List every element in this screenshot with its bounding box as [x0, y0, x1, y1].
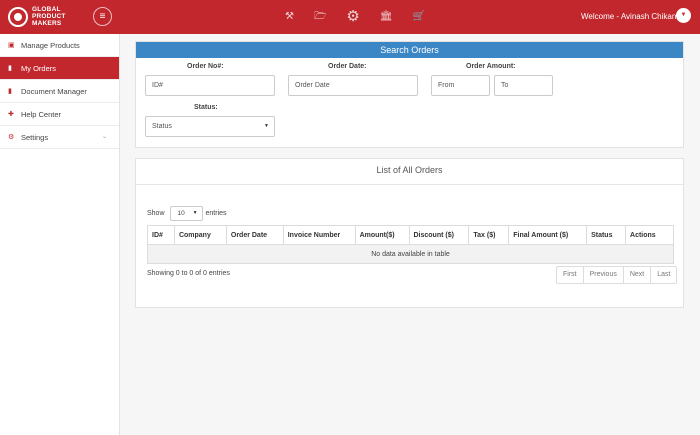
sidebar-item-document-manager[interactable]: ▮ Document Manager [0, 80, 119, 103]
top-icon-bar: ⚒ 🗁 ⚙ 🏛 🛒 [285, 9, 445, 24]
sidebar-item-label: Document Manager [21, 86, 87, 96]
sidebar-item-settings[interactable]: ⚙ Settings ⌄ [0, 126, 119, 149]
gears-icon[interactable]: ⚙ [346, 9, 359, 24]
page-length-select[interactable]: 10 ▼ [169, 206, 203, 221]
column-header-tax[interactable]: Tax ($) [468, 225, 510, 245]
empty-table-message: No data available in table [147, 244, 674, 264]
welcome-user-text[interactable]: Welcome - Avinash Chikane [581, 12, 681, 21]
table-info-text: Showing 0 to 0 of 0 entries [147, 270, 230, 277]
column-header-actions[interactable]: Actions [625, 225, 674, 245]
first-page-button[interactable]: First [557, 267, 584, 283]
page-length-control: Show 10 ▼ entries [147, 206, 227, 221]
lifebuoy-icon: ✚ [8, 111, 14, 118]
amount-from-input[interactable]: From [431, 75, 490, 96]
status-select-value: Status [152, 123, 172, 130]
table-header-row: ID# Company Order Date Invoice Number Am… [147, 225, 674, 245]
order-amount-label: Order Amount: [466, 63, 516, 70]
sidebar-item-help-center[interactable]: ✚ Help Center [0, 103, 119, 126]
logo-line-1: GLOBAL [32, 6, 61, 13]
sidebar-item-label: Settings [21, 132, 49, 142]
logo-text: GLOBAL PRODUCT MAKERS [32, 6, 66, 27]
column-header-final-amount[interactable]: Final Amount ($) [508, 225, 588, 245]
sidebar-item-manage-products[interactable]: ▣ Manage Products [0, 34, 119, 57]
chevron-down-icon: ▼ [192, 210, 198, 216]
status-label: Status: [194, 104, 218, 111]
order-no-label: Order No#: [187, 63, 224, 70]
document-icon: ▮ [8, 65, 12, 72]
column-header-amount[interactable]: Amount($) [354, 225, 410, 245]
search-orders-title: Search Orders [136, 42, 683, 58]
orders-table: ID# Company Order Date Invoice Number Am… [147, 225, 674, 264]
pagination: First Previous Next Last [556, 266, 678, 284]
search-orders-panel: Search Orders Order No#: ID# Order Date:… [135, 41, 684, 148]
chevron-down-icon: ⌄ [101, 134, 107, 140]
globe-logo-icon [8, 6, 28, 27]
sidebar-item-label: Help Center [21, 109, 62, 119]
sidebar-item-label: My Orders [21, 63, 57, 73]
box-icon: ▣ [8, 42, 15, 49]
sidebar: ▣ Manage Products ▮ My Orders ▮ Document… [0, 34, 120, 435]
file-icon: ▮ [8, 88, 12, 95]
show-label: Show [147, 210, 165, 217]
hammer-icon[interactable]: ⚒ [285, 10, 294, 24]
column-header-discount[interactable]: Discount ($) [408, 225, 470, 245]
last-page-button[interactable]: Last [651, 267, 676, 283]
column-header-status[interactable]: Status [586, 225, 627, 245]
order-no-input[interactable]: ID# [145, 75, 275, 96]
gear-icon: ⚙ [8, 134, 15, 141]
next-page-button[interactable]: Next [624, 267, 652, 283]
column-header-order-date[interactable]: Order Date [225, 225, 284, 245]
user-menu-caret-icon[interactable]: ▼ [676, 8, 691, 23]
column-header-company[interactable]: Company [173, 225, 227, 245]
orders-list-title: List of All Orders [136, 159, 683, 185]
sidebar-item-label: Manage Products [21, 40, 80, 50]
status-select[interactable]: Status ▼ [145, 116, 275, 137]
order-date-input[interactable]: Order Date [288, 75, 418, 96]
column-header-invoice-number[interactable]: Invoice Number [282, 225, 356, 245]
logo-line-2: PRODUCT [32, 13, 66, 20]
amount-to-input[interactable]: To [494, 75, 553, 96]
logo-line-3: MAKERS [32, 20, 62, 27]
hamburger-menu-icon[interactable]: ≡ [93, 7, 112, 26]
company-logo[interactable]: GLOBAL PRODUCT MAKERS [8, 6, 66, 27]
chevron-down-icon: ▼ [264, 123, 269, 129]
previous-page-button[interactable]: Previous [584, 267, 624, 283]
bank-icon[interactable]: 🏛 [380, 10, 393, 24]
sidebar-item-my-orders[interactable]: ▮ My Orders [0, 57, 119, 80]
column-header-id[interactable]: ID# [147, 225, 175, 245]
cart-icon[interactable]: 🛒 [413, 10, 425, 24]
top-navbar: GLOBAL PRODUCT MAKERS ≡ ⚒ 🗁 ⚙ 🏛 🛒 Welcom… [0, 0, 700, 34]
order-date-label: Order Date: [328, 63, 367, 70]
orders-list-panel: List of All Orders Show 10 ▼ entries ID#… [135, 158, 684, 308]
entries-label: entries [205, 210, 227, 217]
page-length-value: 10 [177, 210, 185, 217]
folder-icon[interactable]: 🗁 [314, 10, 326, 24]
table-row: No data available in table [147, 244, 674, 264]
